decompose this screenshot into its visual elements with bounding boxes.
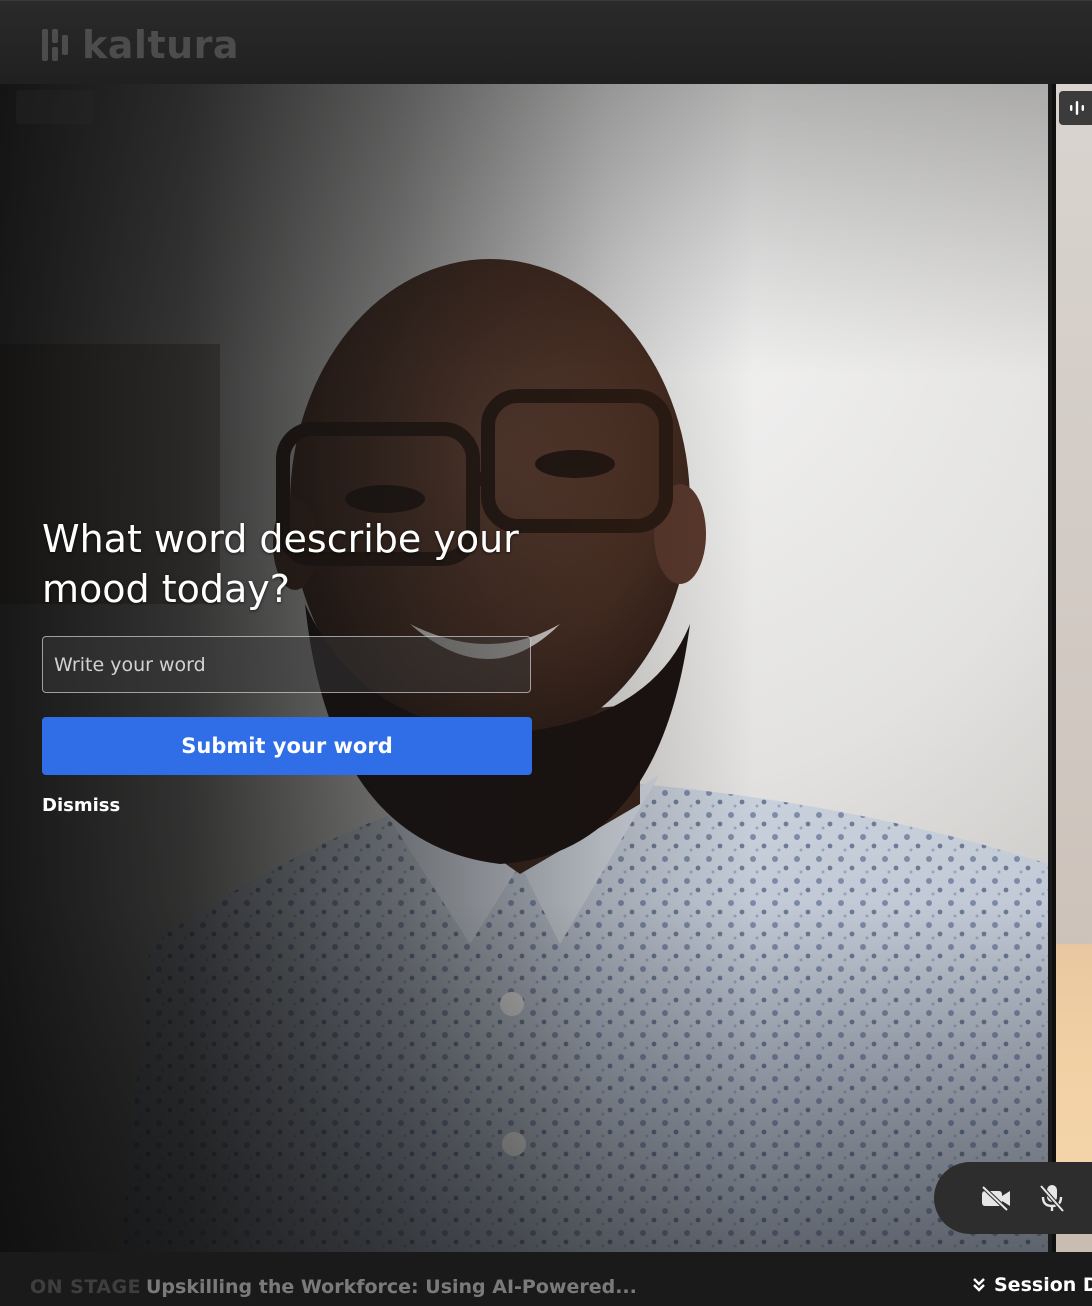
app-root: kaltura What word describe your mood tod… [0,0,1092,1306]
mic-toggle-button[interactable] [1034,1180,1070,1216]
video-off-icon [981,1185,1010,1211]
poll-question: What word describe your mood today? [42,517,519,611]
on-stage-label: ON STAGE [30,1276,142,1298]
top-header: kaltura [0,0,1092,84]
audio-level-button[interactable] [1059,91,1092,125]
kaltura-logo[interactable]: kaltura [40,23,239,67]
camera-toggle-button[interactable] [978,1180,1014,1216]
participant-side-panel [1052,84,1092,1252]
word-cloud-poll: What word describe your mood today? Subm… [42,514,532,816]
mic-off-icon [1039,1184,1065,1213]
stage-badge [16,90,94,124]
session-title: Upskilling the Workforce: Using AI-Power… [146,1276,637,1298]
word-input[interactable] [42,636,531,693]
logo-text: kaltura [82,23,240,67]
dismiss-link[interactable]: Dismiss [42,795,120,816]
chevron-double-down-icon [973,1278,985,1292]
kaltura-logo-icon [42,29,68,61]
main-video-stage: What word describe your mood today? Subm… [0,84,1048,1252]
submit-word-button[interactable]: Submit your word [42,717,532,775]
media-controls [934,1162,1092,1234]
session-footer: ON STAGE Upskilling the Workforce: Using… [0,1252,1092,1306]
session-details-label: Session De [994,1274,1092,1296]
audio-wave-icon [1070,101,1084,115]
session-details-toggle[interactable]: Session De [972,1274,1092,1296]
